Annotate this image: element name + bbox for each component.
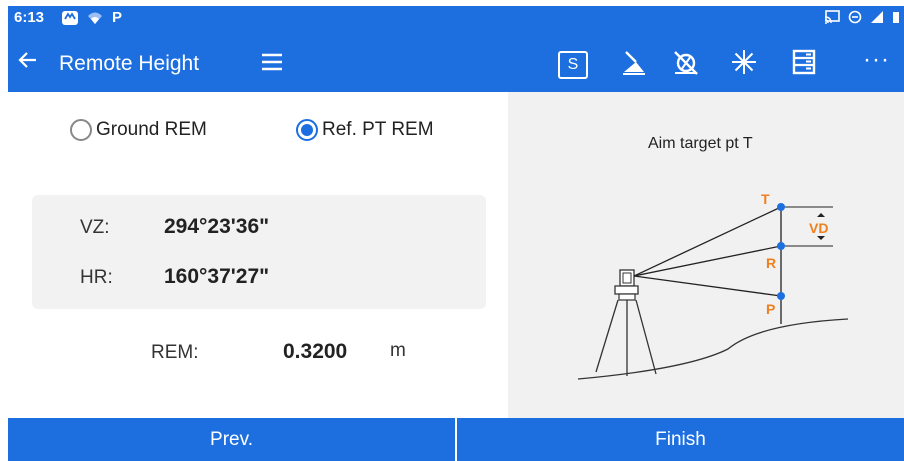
point-t-label: T: [761, 191, 770, 207]
measurement-panel: Ground REM Ref. PT REM VZ: 294°23'36" HR…: [8, 92, 508, 418]
parking-app-icon: P: [112, 9, 123, 26]
angle-readout-box: VZ: 294°23'36" HR: 160°37'27": [32, 195, 486, 309]
point-r-marker: [777, 242, 785, 250]
finish-button[interactable]: Finish: [457, 418, 904, 461]
cast-icon: [824, 10, 840, 24]
sight-line-p: [633, 275, 782, 297]
rem-unit: m: [390, 340, 406, 361]
total-station-icon: [595, 269, 657, 376]
hamburger-menu-icon[interactable]: [260, 52, 284, 72]
mode-ref-pt-rem-label: Ref. PT REM: [322, 119, 434, 140]
laser-star-icon[interactable]: [730, 48, 758, 76]
point-p-label: P: [766, 301, 775, 317]
more-options-icon[interactable]: ···: [863, 46, 890, 74]
back-arrow-icon[interactable]: [16, 48, 40, 72]
radio-ref-pt-rem[interactable]: [296, 119, 318, 141]
mode-ground-rem[interactable]: Ground REM: [70, 119, 207, 141]
sight-line-r: [633, 245, 782, 277]
compass-off-icon[interactable]: [672, 48, 700, 76]
signal-icon: [871, 11, 883, 23]
point-r-label: R: [766, 255, 776, 271]
point-p-marker: [777, 292, 785, 300]
status-bar: 6:13 P: [8, 6, 904, 30]
remote-height-diagram: T R P VD: [577, 191, 849, 380]
radio-ground-rem[interactable]: [70, 119, 92, 141]
rem-label: REM:: [151, 342, 199, 363]
aim-hint: Aim target pt T: [648, 135, 753, 152]
rem-value: 0.3200: [283, 340, 348, 363]
s-button[interactable]: S: [558, 51, 588, 79]
point-t-marker: [777, 203, 785, 211]
diagram-panel: Aim target pt T T R P VD: [508, 92, 904, 418]
mode-ref-pt-rem[interactable]: Ref. PT REM: [296, 119, 434, 141]
remote-height-screen: 6:13 P Remote Height S ··· Ground REM Re…: [0, 0, 904, 461]
vd-label: VD: [809, 220, 828, 236]
battery-icon: [893, 12, 899, 23]
mode-ground-rem-label: Ground REM: [96, 119, 207, 140]
app-bar: Remote Height S ···: [8, 30, 904, 92]
bottom-action-bar: Prev. Finish: [8, 418, 904, 461]
laser-pointer-icon[interactable]: [620, 48, 648, 76]
sight-line-t: [633, 206, 782, 277]
wifi-icon: [88, 12, 102, 24]
hr-value: 160°37'27": [164, 265, 270, 288]
ground-line: [577, 318, 849, 380]
notification-icon: [62, 10, 78, 25]
storage-list-icon[interactable]: [790, 48, 818, 76]
vz-value: 294°23'36": [164, 215, 270, 238]
page-title: Remote Height: [59, 52, 200, 75]
do-not-disturb-icon: [848, 10, 862, 24]
hr-label: HR:: [80, 267, 113, 288]
vz-label: VZ:: [80, 217, 110, 238]
prev-button[interactable]: Prev.: [8, 418, 455, 461]
status-time: 6:13: [14, 9, 45, 26]
